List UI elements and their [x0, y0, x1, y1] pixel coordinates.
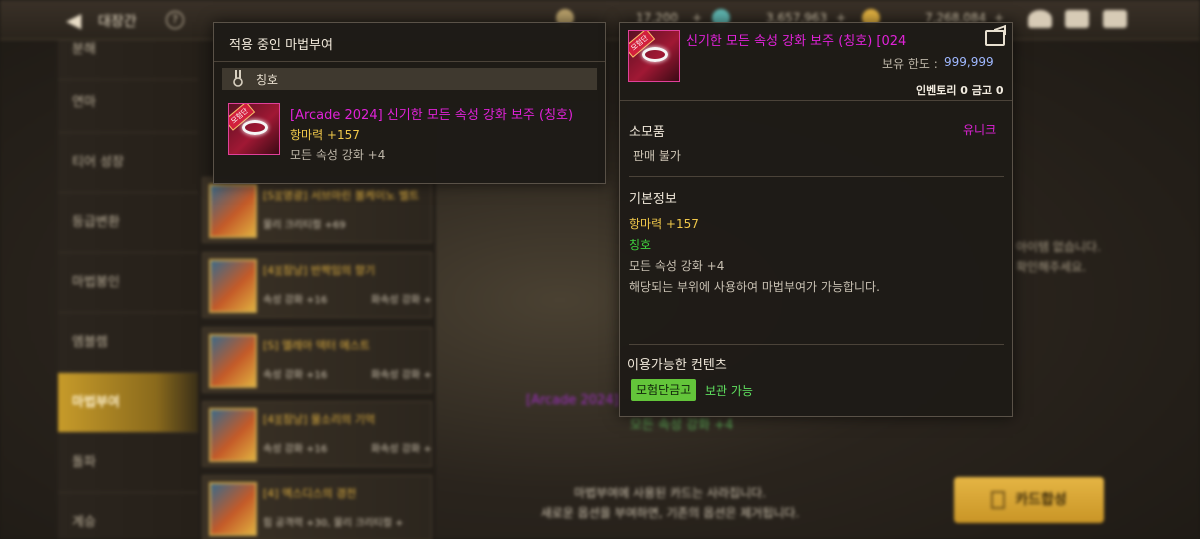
card-name: [S] 엘레아 덱터 에스트 — [263, 339, 371, 352]
tooltip-header: 모험단 024] 신기한 모든 속성 강화 보주 (칭호) 보유 한도 : 99… — [620, 23, 1012, 101]
slot-label: 칭호 — [256, 73, 279, 87]
card-name: [S][영광] 서브마린 볼케이노 벨트 — [263, 189, 420, 202]
card-option: 화속성 강화 + — [371, 444, 432, 455]
ring-glyph — [242, 120, 268, 135]
card-combine-label: 카드합성 — [1015, 492, 1067, 508]
card-option: 속성 강화 +16 — [263, 295, 328, 306]
card-option: 속성 강화 +16 — [263, 370, 328, 381]
content-badge: 모험단금고 — [631, 379, 697, 401]
enchant-stat-main: 항마력 +157 — [290, 128, 360, 142]
card-name: [4][잠낭] 물소리의 기억 — [263, 413, 376, 426]
available-content-title: 이용가능한 컨텐츠 — [627, 358, 727, 373]
card-list-item[interactable]: [S][영광] 서브마린 볼케이노 벨트 물리 크리티컬 +69 — [202, 177, 432, 243]
card-option: 화속성 강화 + — [371, 295, 432, 306]
divider — [629, 176, 1004, 177]
sidebar-item-polish[interactable]: 연마 — [58, 73, 198, 133]
card-thumbnail — [209, 408, 257, 462]
card-option: 화속성 강화 + — [371, 370, 432, 381]
basic-info-line: 칭호 — [629, 238, 652, 252]
hold-limit-value: 999,999 — [944, 55, 994, 69]
card-option: 힘 공격력 +30, 물리 크리티컬 + — [263, 518, 404, 529]
enchant-target-name: [Arcade 2024] — [526, 393, 619, 408]
forge-sidebar: 분해 연마 티어 성장 등급변환 마법봉인 엠블렘 마법부여 돌파 계승 — [58, 40, 198, 539]
enchant-stat-sub: 모든 속성 강화 +4 — [290, 148, 386, 162]
enchant-notice: 새로운 옵션을 부여하면, 기존의 옵션은 제거됩니다. — [540, 506, 800, 520]
card-thumbnail — [209, 482, 257, 536]
divider — [629, 344, 1004, 345]
card-list-item[interactable]: [4][잠낭] 물소리의 기억 속성 강화 +16 화속성 강화 + — [202, 401, 432, 467]
divider — [214, 61, 605, 62]
enchant-item-name: [Arcade 2024] 신기한 모든 속성 강화 보주 (칭호) — [290, 108, 574, 123]
panel-title: 적용 중인 마법부여 — [229, 38, 333, 53]
title-ring-icon: 모험단 — [228, 103, 280, 155]
basic-info-line: 모든 속성 강화 +4 — [629, 259, 725, 273]
card-name: [4][잠낭] 반짝임의 향기 — [263, 264, 376, 277]
basic-info-line: 항마력 +157 — [629, 217, 699, 231]
sidebar-item-enchant[interactable]: 마법부여 — [58, 373, 198, 433]
ring-glyph — [642, 47, 668, 62]
slot-header: 칭호 — [222, 68, 597, 90]
card-thumbnail — [209, 334, 257, 388]
mail-icon[interactable] — [1065, 10, 1089, 28]
sidebar-item-emblem[interactable]: 엠블렘 — [58, 313, 198, 373]
forge-icon[interactable] — [1028, 10, 1052, 28]
item-type: 소모품 — [629, 125, 665, 140]
sidebar-item-breakthrough[interactable]: 돌파 — [58, 433, 198, 493]
card-option: 속성 강화 +16 — [263, 444, 328, 455]
card-name: [4] 엑스디스의 경전 — [263, 487, 357, 500]
title-ring-icon: 모험단 — [628, 30, 680, 82]
content-status: 보관 가능 — [705, 384, 753, 398]
card-option: 물리 크리티컬 +69 — [263, 220, 346, 231]
basic-info-title: 기본정보 — [629, 192, 677, 207]
item-rarity: 유니크 — [963, 123, 997, 137]
chat-icon[interactable] — [1103, 10, 1127, 28]
basic-info-line: 해당되는 부위에 사용하여 마법부여가 가능합니다. — [629, 280, 880, 294]
card-icon — [991, 491, 1006, 509]
sidebar-item-disassemble[interactable]: 분해 — [58, 20, 198, 80]
enchant-notice: 마법부여에 사용된 카드는 사라집니다. — [574, 486, 766, 500]
medal-icon — [233, 70, 243, 87]
empty-notice: 확인해주세요. — [1016, 260, 1087, 274]
inventory-count: 인벤토리 0 금고 0 — [916, 84, 1004, 97]
card-list-item[interactable]: [4][잠낭] 반짝임의 향기 속성 강화 +16 화속성 강화 + — [202, 252, 432, 318]
current-enchant-panel: 적용 중인 마법부여 칭호 모험단 [Arcade 2024] 신기한 모든 속… — [213, 22, 606, 184]
sell-status: 판매 불가 — [633, 149, 681, 163]
card-combine-button[interactable]: 카드합성 — [954, 477, 1104, 523]
sidebar-item-magic-seal[interactable]: 마법봉인 — [58, 253, 198, 313]
empty-notice: 아이템 없습니다. — [1016, 240, 1101, 254]
card-thumbnail — [209, 184, 257, 238]
sidebar-item-tier-growth[interactable]: 티어 성장 — [58, 133, 198, 193]
hold-limit-label: 보유 한도 : — [882, 57, 938, 71]
card-thumbnail — [209, 259, 257, 313]
card-list-item[interactable]: [S] 엘레아 덱터 에스트 속성 강화 +16 화속성 강화 + — [202, 327, 432, 393]
share-icon[interactable] — [985, 30, 1005, 46]
sidebar-item-grade-convert[interactable]: 등급변환 — [58, 193, 198, 253]
item-name: 024] 신기한 모든 속성 강화 보주 (칭호) — [686, 34, 907, 49]
sidebar-item-inherit[interactable]: 계승 — [58, 493, 198, 539]
card-list-item[interactable]: [4] 엑스디스의 경전 힘 공격력 +30, 물리 크리티컬 + — [202, 475, 432, 539]
item-detail-tooltip: 모험단 024] 신기한 모든 속성 강화 보주 (칭호) 보유 한도 : 99… — [619, 22, 1013, 417]
